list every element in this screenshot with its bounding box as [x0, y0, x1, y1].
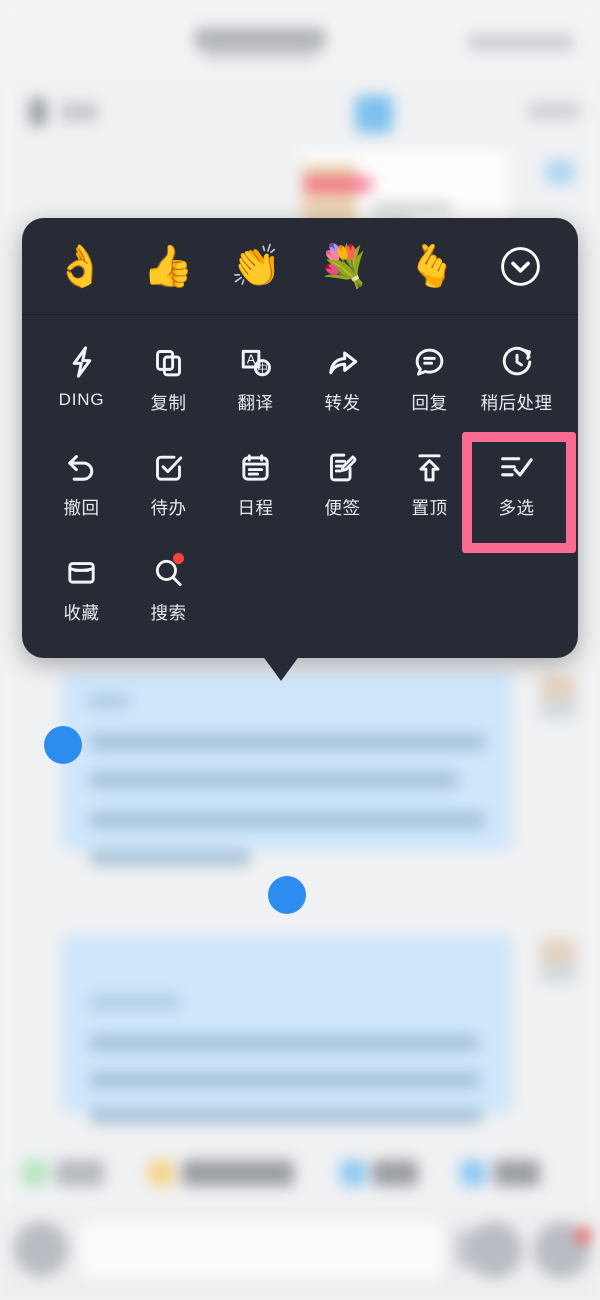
- link-card-tag: [304, 178, 372, 191]
- context-menu-row: DING 复制 A 中翻译 转发 回复 稍后处理: [38, 329, 562, 434]
- context-menu-item-label: 复制: [150, 393, 187, 413]
- translate-icon: A中: [239, 342, 273, 382]
- heart-hand-emoji[interactable]: 🫰: [396, 245, 468, 287]
- context-menu-item-forward-arrow[interactable]: 转发: [299, 329, 386, 434]
- context-menu-item-lightning-bolt[interactable]: DING: [38, 329, 125, 434]
- emoji-face-button[interactable]: [466, 1222, 522, 1278]
- message-text-line: [90, 772, 458, 788]
- voice-toggle-button[interactable]: [14, 1222, 68, 1276]
- context-menu-item-reply-bubble[interactable]: 回复: [386, 329, 473, 434]
- ok-hand-emoji[interactable]: 👌: [44, 245, 116, 287]
- context-menu-item-clock-later[interactable]: 稍后处理: [473, 329, 560, 434]
- context-menu-item-label: 转发: [324, 393, 361, 413]
- context-menu-item-copy[interactable]: 复制: [125, 329, 212, 434]
- context-menu-item-label: 日程: [237, 498, 274, 518]
- chip-label[interactable]: [182, 1160, 294, 1186]
- notification-badge-dot: [577, 1228, 591, 1242]
- chip-label[interactable]: [494, 1160, 540, 1186]
- checkbox-check-icon: [152, 447, 185, 487]
- message-text-line: [90, 850, 250, 866]
- clock-later-icon: [500, 342, 534, 382]
- multi-select-icon: [499, 447, 534, 487]
- message-sender-line: [88, 694, 130, 708]
- context-menu-item-note-pencil[interactable]: 便签: [299, 434, 386, 539]
- svg-text:A: A: [246, 351, 255, 366]
- context-menu-item-label: 搜索: [150, 603, 187, 623]
- context-menu-item-label: 多选: [498, 498, 535, 518]
- context-menu-item-multi-select[interactable]: 多选: [473, 434, 560, 539]
- unread-badge-dot: [173, 553, 184, 564]
- context-menu-item-label: 置顶: [411, 498, 448, 518]
- context-menu-row: 收藏 搜索: [38, 539, 562, 644]
- context-menu-item-search[interactable]: 搜索: [125, 539, 212, 644]
- message-attachment: [545, 160, 575, 184]
- chip-icon: [460, 1160, 486, 1186]
- forward-arrow-icon: [325, 342, 360, 382]
- selection-handle-start[interactable]: [44, 726, 82, 764]
- favorite-folder-icon: [65, 552, 98, 592]
- chat-header-action-placeholder: [468, 34, 573, 51]
- context-menu-item-label: 撤回: [63, 498, 100, 518]
- note-pencil-icon: [326, 447, 359, 487]
- context-menu-row: 撤回 待办 日程 便签 置顶 多选: [38, 434, 562, 539]
- message-input-field[interactable]: [82, 1222, 442, 1278]
- message-sender-line: [90, 995, 180, 1010]
- context-menu-tail: [262, 655, 300, 681]
- avatar: [355, 95, 393, 133]
- message-text-line: [90, 1108, 482, 1124]
- avatar: [540, 676, 576, 720]
- context-menu-item-pin-top-arrow[interactable]: 置顶: [386, 434, 473, 539]
- back-label-placeholder[interactable]: [60, 102, 98, 122]
- chip-label[interactable]: [372, 1160, 418, 1186]
- message-text-line: [90, 734, 485, 750]
- clapping-hands-emoji[interactable]: 👏: [220, 245, 292, 287]
- back-arrow-icon[interactable]: [30, 98, 46, 126]
- context-menu-item-label: 待办: [150, 498, 187, 518]
- quick-reaction-row: 👌 👍 👏 💐 🫰: [22, 218, 578, 315]
- chip-icon: [22, 1160, 48, 1186]
- context-menu-item-label: 回复: [411, 393, 448, 413]
- context-menu-item-label: 翻译: [237, 393, 274, 413]
- svg-text:中: 中: [257, 362, 268, 375]
- copy-icon: [152, 342, 185, 382]
- context-menu-item-translate[interactable]: A 中翻译: [212, 329, 299, 434]
- context-menu-item-label: 稍后处理: [480, 393, 553, 413]
- chip-icon: [340, 1160, 366, 1186]
- context-menu-item-label: 便签: [324, 498, 361, 518]
- lightning-bolt-icon: [65, 342, 99, 382]
- chevron-down-circle-icon[interactable]: [484, 245, 556, 288]
- flower-hand-emoji[interactable]: 💐: [308, 245, 380, 287]
- context-menu-item-undo-arrow[interactable]: 撤回: [38, 434, 125, 539]
- reply-bubble-icon: [413, 342, 446, 382]
- context-menu-action-grid: DING 复制 A 中翻译 转发 回复 稍后处理 撤回 待办 日程 便签 置顶 多选 收藏 搜索: [22, 315, 578, 644]
- chip-icon: [148, 1160, 174, 1186]
- thumbs-up-emoji[interactable]: 👍: [132, 245, 204, 287]
- chat-title-placeholder: [195, 28, 325, 50]
- selection-handle-end[interactable]: [268, 876, 306, 914]
- chip-label[interactable]: [56, 1160, 104, 1186]
- context-menu-item-label: 收藏: [63, 603, 100, 623]
- context-menu-item-checkbox-check[interactable]: 待办: [125, 434, 212, 539]
- link-card-line: [372, 203, 452, 212]
- calendar-icon: [239, 447, 272, 487]
- search-icon: [152, 552, 185, 592]
- context-menu-item-favorite-folder[interactable]: 收藏: [38, 539, 125, 644]
- message-text-line: [90, 1035, 478, 1051]
- message-text-line: [90, 812, 484, 828]
- context-menu-item-calendar[interactable]: 日程: [212, 434, 299, 539]
- message-text-line: [90, 1072, 480, 1088]
- message-context-menu: 👌 👍 👏 💐 🫰 DING 复制 A 中翻译 转发 回复 稍后处理 撤回 待办 日程 便签 置顶 多选 收藏 搜索: [22, 218, 578, 658]
- header-right-label-placeholder[interactable]: [528, 103, 580, 119]
- context-menu-item-label: DING: [58, 390, 105, 409]
- undo-arrow-icon: [64, 447, 99, 487]
- pin-top-arrow-icon: [413, 447, 446, 487]
- chat-subtitle-placeholder: [205, 52, 315, 61]
- avatar: [540, 940, 576, 984]
